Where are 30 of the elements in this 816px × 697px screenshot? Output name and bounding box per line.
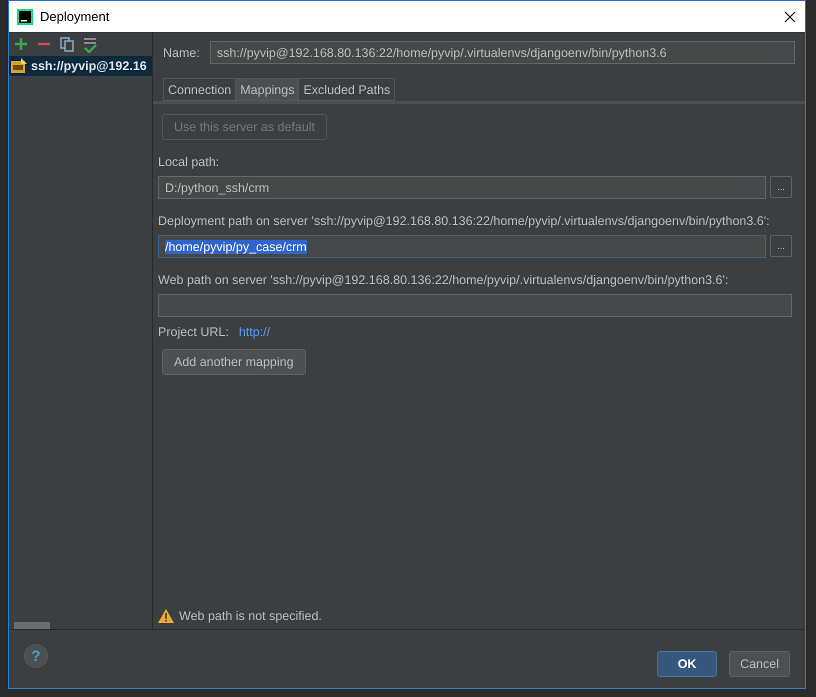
scrollbar-thumb[interactable] xyxy=(14,622,50,629)
server-item[interactable]: ssh://pyvip@192.16 xyxy=(9,56,152,76)
copy-icon[interactable] xyxy=(60,37,74,52)
close-icon xyxy=(784,10,796,22)
tab[interactable]: Mappings xyxy=(235,78,300,101)
tab[interactable]: Connection xyxy=(163,78,236,101)
local-path-field[interactable]: D:/python_ssh/crm xyxy=(158,176,766,199)
project-url-link[interactable]: http:// xyxy=(238,325,270,339)
local-path-label: Local path: xyxy=(158,154,220,170)
browse-button[interactable]: ... xyxy=(770,235,792,257)
browse-button[interactable]: ... xyxy=(770,176,792,198)
app-logo-icon xyxy=(17,8,33,24)
add-icon[interactable] xyxy=(14,37,28,51)
tab[interactable]: Excluded Paths xyxy=(298,78,396,101)
name-label: Name: xyxy=(163,46,200,60)
ok-button[interactable]: OK xyxy=(657,651,718,677)
warning-message: Web path is not specified. xyxy=(179,609,322,623)
add-mapping-button[interactable]: Add another mapping xyxy=(162,349,306,375)
window-title: Deployment xyxy=(40,9,110,24)
project-url-label: Project URL: xyxy=(158,325,229,339)
name-field[interactable]: ssh://pyvip@192.168.80.136:22/home/pyvip/.virtualenvs/djangoenv/bin/python3.6 xyxy=(210,41,795,64)
warning-icon xyxy=(158,609,174,623)
help-button[interactable]: ? xyxy=(24,644,48,668)
web-path-field[interactable] xyxy=(158,294,792,317)
deployment-path-field[interactable]: /home/pyvip/py_case/crm xyxy=(158,235,766,258)
deployment-path-label: Deployment path on server 'ssh://pyvip@192.168.80.136:22/home/pyvip/.virtualenvs/djangoenv/bin/python3.6': xyxy=(158,213,770,229)
cancel-button[interactable]: Cancel xyxy=(729,651,790,677)
server-check-icon[interactable] xyxy=(83,37,97,53)
web-path-label: Web path on server 'ssh://pyvip@192.168.80.136:22/home/pyvip/.virtualenvs/djangoenv/bin/python3.6': xyxy=(158,272,728,288)
sftp-server-icon xyxy=(11,58,27,74)
